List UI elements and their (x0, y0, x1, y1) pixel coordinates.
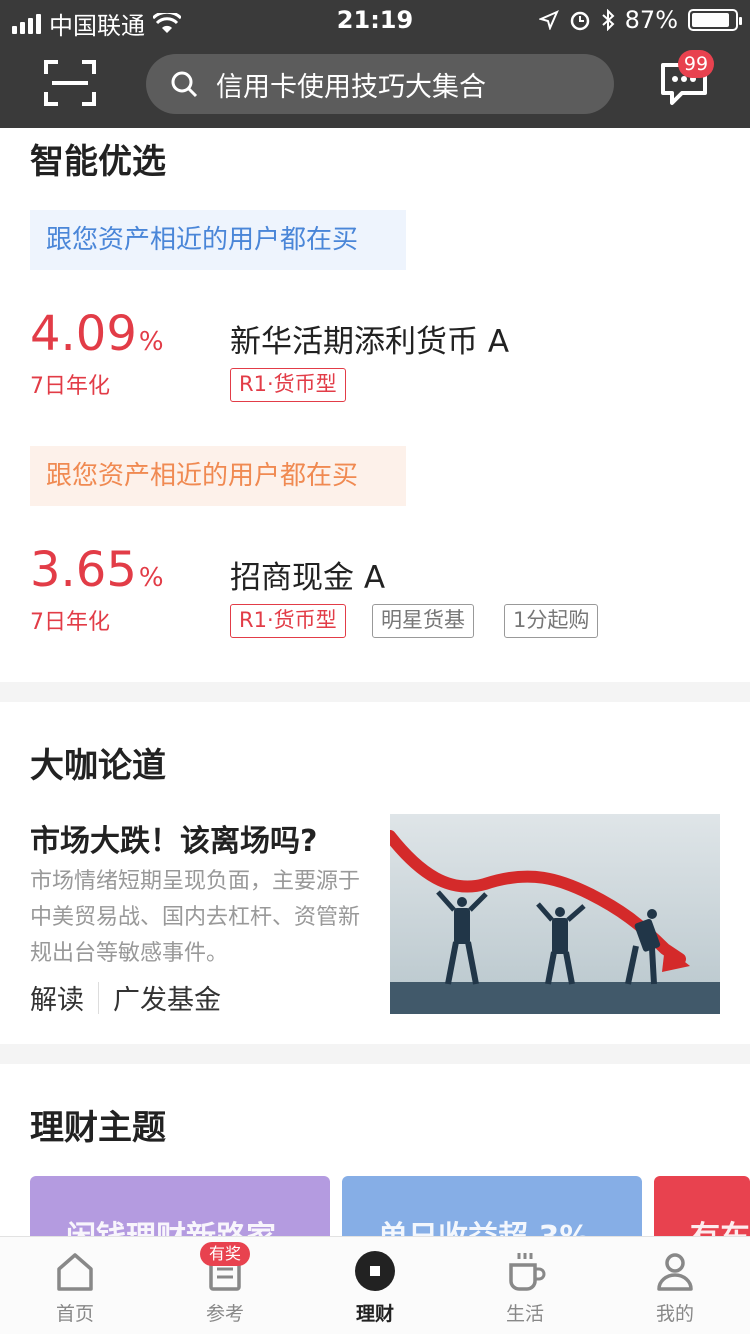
bluetooth-icon (601, 9, 615, 31)
finance-icon (355, 1251, 395, 1291)
section-divider (0, 1044, 750, 1064)
reward-badge: 有奖 (200, 1242, 250, 1266)
product-rate[interactable]: 3.65% (30, 546, 164, 594)
product-name[interactable]: 新华活期添利货币 A (230, 316, 509, 361)
product-tag: 1分起购 (504, 604, 599, 638)
section-title-smart-picks: 智能优选 (30, 142, 166, 182)
tab-label: 我的 (655, 1303, 694, 1325)
tab-finance[interactable]: 理财 (300, 1237, 450, 1334)
tab-home[interactable]: 首页 (0, 1237, 150, 1334)
theme-card[interactable]: 有车一族 (654, 1176, 750, 1240)
article-meta: 解读 广发基金 (30, 978, 221, 1017)
article-description: 市场情绪短期呈现负面，主要源于中美贸易战、国内去杠杆、资管新规出台等敏感事件。 (30, 869, 361, 966)
tab-bar: 首页 参考 理财 生活 我的 (0, 1236, 750, 1334)
person-icon (657, 1253, 693, 1291)
message-badge: 99 (678, 50, 714, 78)
search-input[interactable]: 信用卡使用技巧大集合 (146, 54, 614, 114)
status-bar: 中国联通 21:19 87% (0, 0, 750, 40)
article-type: 解读 (30, 985, 84, 1016)
location-icon (538, 10, 559, 30)
product-rate[interactable]: 4.09% (30, 310, 164, 358)
tab-label: 理财 (355, 1303, 394, 1325)
article-source[interactable]: 广发基金 (113, 978, 221, 1017)
tab-me[interactable]: 我的 (600, 1237, 750, 1334)
battery-icon (688, 9, 742, 31)
top-bar: 中国联通 21:19 87% 信用卡使用技巧大集合 99 (0, 0, 750, 128)
article-title[interactable]: 市场大跌！该离场吗? (30, 816, 317, 860)
search-placeholder: 信用卡使用技巧大集合 (216, 71, 486, 103)
rate-unit: % (138, 563, 164, 593)
meta-separator (98, 981, 99, 1014)
alarm-icon (570, 11, 589, 31)
battery-percent: 87% (624, 6, 678, 34)
rate-unit: % (138, 327, 164, 357)
tab-label: 首页 (55, 1303, 94, 1325)
section-title-expert: 大咖论道 (30, 746, 166, 786)
theme-card[interactable]: 闲钱理财新路家 (30, 1176, 330, 1240)
scan-button[interactable] (44, 60, 96, 106)
product-name[interactable]: 招商现金 A (230, 552, 385, 597)
section-divider (0, 682, 750, 702)
search-icon (171, 71, 198, 98)
recommend-banner: 跟您资产相近的用户都在买 (30, 446, 406, 506)
article-image[interactable] (390, 814, 720, 1014)
scan-icon (44, 60, 96, 106)
recommend-banner: 跟您资产相近的用户都在买 (30, 210, 406, 270)
product-tag: R1·货币型 (230, 604, 346, 638)
product-tag: 明星货基 (372, 604, 474, 638)
rate-label: 7日年化 (30, 610, 110, 635)
tab-label: 参考 (205, 1303, 244, 1325)
rate-value: 3.65 (30, 542, 137, 598)
rate-label: 7日年化 (30, 374, 110, 399)
tab-label: 生活 (505, 1303, 544, 1325)
tab-life[interactable]: 生活 (450, 1237, 600, 1334)
home-icon (57, 1253, 93, 1291)
rate-value: 4.09 (30, 306, 137, 362)
coffee-cup-icon (509, 1253, 546, 1291)
theme-card[interactable]: 单日收益超 3% (342, 1176, 642, 1240)
product-tag: R1·货币型 (230, 368, 346, 402)
section-title-themes: 理财主题 (30, 1108, 166, 1148)
